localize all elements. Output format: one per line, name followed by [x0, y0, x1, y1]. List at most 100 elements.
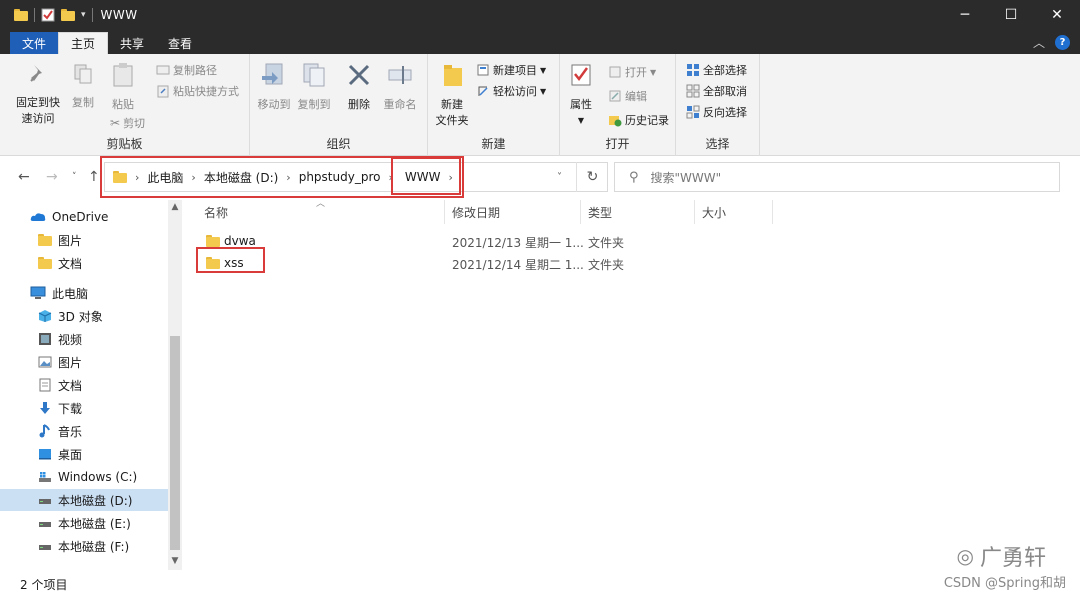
- nav-drive-e[interactable]: 本地磁盘 (E:): [0, 512, 168, 534]
- move-to-button[interactable]: 移动到: [256, 62, 292, 113]
- close-button[interactable]: ✕: [1034, 0, 1080, 30]
- ribbon: 固定到快 速访问 复制 粘贴 复制路径 粘贴快捷方式 ✂ 剪切 剪贴板 移动到: [0, 54, 1080, 156]
- copy-button[interactable]: 复制: [68, 62, 98, 111]
- quick-access-toolbar: ▾: [0, 8, 93, 22]
- maximize-button[interactable]: ☐: [988, 0, 1034, 30]
- open-button[interactable]: 打开 ▼: [608, 64, 656, 80]
- forward-button[interactable]: →: [46, 169, 58, 185]
- pin-quick-access-button[interactable]: 固定到快 速访问: [10, 62, 66, 127]
- collapse-ribbon-icon[interactable]: ︿: [1033, 34, 1045, 51]
- drive-icon: [39, 522, 51, 527]
- nav-desktop[interactable]: 桌面: [0, 443, 168, 465]
- scrollbar-thumb[interactable]: [170, 336, 180, 550]
- table-row[interactable]: xss 2021/12/14 星期二 1... 文件夹: [202, 252, 802, 274]
- tab-view[interactable]: 查看: [156, 32, 204, 54]
- scroll-down-icon[interactable]: ▼: [168, 556, 182, 566]
- tab-home[interactable]: 主页: [58, 32, 109, 54]
- nav-drive-c[interactable]: Windows (C:): [0, 466, 168, 488]
- column-size[interactable]: 大小: [702, 204, 726, 221]
- cut-button[interactable]: ✂ 剪切: [110, 115, 145, 131]
- tab-file[interactable]: 文件: [10, 32, 59, 54]
- up-button[interactable]: ↑: [88, 169, 100, 185]
- properties-icon: [571, 64, 591, 86]
- rename-button[interactable]: 重命名: [380, 62, 420, 113]
- copy-path-label: 复制路径: [173, 64, 217, 77]
- nav-onedrive-documents[interactable]: 文档: [0, 252, 168, 274]
- ribbon-tabs: 文件 主页 共享 查看 ︿ ?: [0, 30, 1080, 54]
- drive-icon: [39, 545, 51, 550]
- nav-pictures[interactable]: 图片: [0, 351, 168, 373]
- new-item-button[interactable]: 新建项目 ▼: [476, 62, 546, 78]
- nav-label: 图片: [58, 355, 83, 370]
- divider: [580, 200, 581, 224]
- open-icon: [609, 66, 621, 78]
- scroll-up-icon[interactable]: ▲: [168, 202, 182, 212]
- nav-label: 视频: [58, 332, 83, 347]
- properties-check-icon[interactable]: [41, 8, 55, 22]
- nav-onedrive-pictures[interactable]: 图片: [0, 229, 168, 251]
- divider: [34, 8, 35, 22]
- column-type[interactable]: 类型: [588, 204, 612, 221]
- easy-access-button[interactable]: 轻松访问 ▼: [476, 83, 546, 99]
- nav-label: 文档: [58, 378, 83, 393]
- new-group: 新建 文件夹 新建项目 ▼ 轻松访问 ▼ 新建: [428, 54, 560, 156]
- nav-scrollbar[interactable]: ▲ ▼: [168, 200, 182, 570]
- paste-button[interactable]: 粘贴: [106, 62, 140, 113]
- nav-music[interactable]: 音乐: [0, 420, 168, 442]
- dropdown-arrow-icon: ▼: [540, 86, 547, 96]
- nav-onedrive[interactable]: OneDrive: [0, 206, 168, 228]
- new-folder-icon[interactable]: [61, 8, 75, 22]
- new-folder-button[interactable]: 新建 文件夹: [432, 62, 472, 129]
- music-note-icon: [39, 424, 50, 438]
- select-all-label: 全部选择: [703, 64, 747, 77]
- select-all-button[interactable]: 全部选择: [686, 62, 747, 78]
- properties-button[interactable]: 属性 ▼: [564, 62, 598, 129]
- organize-group: 移动到 复制到 删除 重命名 组织: [250, 54, 428, 156]
- history-icon: [609, 116, 622, 127]
- nav-3d-objects[interactable]: 3D 对象: [0, 305, 168, 327]
- new-folder-icon: [444, 65, 462, 86]
- divider: [772, 200, 773, 224]
- pictures-icon: [38, 356, 52, 368]
- new-folder-label-2: 文件夹: [435, 114, 469, 127]
- nav-this-pc[interactable]: 此电脑: [0, 282, 168, 304]
- customize-dropdown-icon[interactable]: ▾: [81, 10, 86, 20]
- delete-button[interactable]: 删除: [344, 62, 374, 113]
- folder-icon: [14, 8, 28, 22]
- dropdown-arrow-icon: ▼: [540, 65, 547, 75]
- column-name[interactable]: 名称: [204, 204, 228, 221]
- highlight-box: [391, 157, 461, 195]
- desktop-icon: [39, 449, 51, 460]
- column-modified[interactable]: 修改日期: [452, 204, 500, 221]
- paste-shortcut-button[interactable]: 粘贴快捷方式: [156, 83, 239, 99]
- document-icon: [39, 378, 51, 392]
- address-history-dropdown-icon[interactable]: ˅: [557, 172, 562, 183]
- open-label: 打开: [625, 66, 647, 79]
- back-button[interactable]: ←: [18, 169, 30, 185]
- new-folder-label-1: 新建: [441, 98, 463, 111]
- history-button[interactable]: 历史记录: [608, 112, 669, 128]
- tab-share[interactable]: 共享: [108, 32, 156, 54]
- history-label: 历史记录: [625, 114, 669, 127]
- minimize-button[interactable]: ─: [942, 0, 988, 30]
- search-input[interactable]: ⚲ 搜索"WWW": [614, 162, 1060, 192]
- wechat-icon: ◎: [956, 544, 974, 568]
- invert-selection-button[interactable]: 反向选择: [686, 104, 747, 120]
- nav-videos[interactable]: 视频: [0, 328, 168, 350]
- select-none-button[interactable]: 全部取消: [686, 83, 747, 99]
- nav-documents[interactable]: 文档: [0, 374, 168, 396]
- copy-path-button[interactable]: 复制路径: [156, 62, 217, 78]
- table-row[interactable]: dvwa 2021/12/13 星期一 1... 文件夹: [202, 230, 802, 252]
- help-icon[interactable]: ?: [1055, 35, 1070, 50]
- file-name: dvwa: [206, 234, 256, 248]
- edit-button[interactable]: 编辑: [608, 88, 647, 104]
- recent-locations-icon[interactable]: ˅: [72, 172, 77, 182]
- nav-drive-f[interactable]: 本地磁盘 (F:): [0, 535, 168, 557]
- nav-downloads[interactable]: 下载: [0, 397, 168, 419]
- properties-label: 属性: [570, 98, 592, 111]
- select-none-label: 全部取消: [703, 85, 747, 98]
- nav-drive-d[interactable]: 本地磁盘 (D:): [0, 489, 168, 511]
- refresh-button[interactable]: ↻: [576, 162, 608, 192]
- copy-to-button[interactable]: 复制到: [296, 62, 332, 113]
- invert-selection-label: 反向选择: [703, 106, 747, 119]
